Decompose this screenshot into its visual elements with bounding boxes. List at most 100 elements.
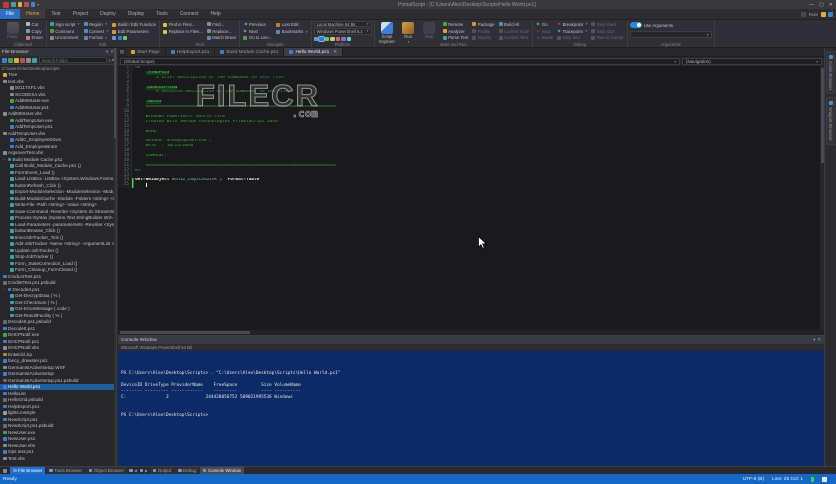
- ribbon-tab[interactable]: Tools: [150, 9, 174, 19]
- ribbon-tab[interactable]: Connect: [174, 9, 205, 19]
- bottom-tab[interactable]: ▶: [139, 467, 149, 474]
- ribbon-button[interactable]: Package: [471, 21, 495, 28]
- ribbon-button[interactable]: Replace in Files...: [162, 28, 204, 35]
- console-output[interactable]: PS C:\Users\Alex\Desktop\Scripts> . "C:\…: [118, 351, 824, 466]
- view-mode-icon[interactable]: [26, 57, 32, 63]
- ribbon-button[interactable]: Step Into: [556, 34, 588, 41]
- ribbon-button[interactable]: Bookmarks ▾: [275, 28, 308, 35]
- platform-badge-icon[interactable]: [318, 35, 325, 42]
- use-arguments-toggle[interactable]: [629, 22, 642, 28]
- close-tab-icon[interactable]: ✕: [333, 49, 337, 55]
- document-tab[interactable]: Build Module Cache.ps1: [215, 48, 285, 56]
- ribbon-button[interactable]: ● Breakpoint ▾: [556, 21, 588, 28]
- edit-extra-icon[interactable]: [112, 36, 117, 41]
- resize-grip[interactable]: [822, 476, 827, 482]
- ribbon-button[interactable]: ▶ Go: [535, 21, 554, 28]
- rule-label[interactable]: Rule: [809, 12, 818, 17]
- ribbon-button[interactable]: ◀ Previous: [242, 21, 273, 28]
- search-icon[interactable]: ⌕: [109, 58, 112, 63]
- platform-badge-icon[interactable]: [335, 36, 341, 41]
- open-icon[interactable]: [11, 2, 16, 7]
- ribbon-button[interactable]: ◆ Tracepoint ▾: [556, 28, 588, 35]
- ribbon-button[interactable]: Convert ▾: [83, 28, 110, 35]
- maximize-button[interactable]: ▢: [819, 2, 824, 8]
- bottom-tab[interactable]: Tools Browser: [46, 467, 85, 474]
- ribbon-tab[interactable]: Deploy: [94, 9, 122, 19]
- edit-extra-icon[interactable]: [117, 36, 122, 41]
- ribbon-tab[interactable]: Test: [45, 9, 66, 19]
- ribbon-button[interactable]: Analyzer: [442, 28, 470, 35]
- console-close-icon[interactable]: ✕: [817, 337, 821, 343]
- platform-badge-icon[interactable]: [346, 36, 352, 41]
- up-folder-icon[interactable]: [13, 57, 19, 63]
- theme-icon[interactable]: [801, 12, 807, 17]
- ribbon-button[interactable]: Erase: [25, 34, 44, 41]
- ribbon-button[interactable]: Find in Files...: [162, 21, 204, 28]
- scope-combo[interactable]: (Global Scope) ▾: [120, 58, 680, 65]
- ribbon-button[interactable]: Comment: [49, 28, 81, 35]
- bottom-tab[interactable]: File Browser: [10, 467, 46, 474]
- platform-badge-icon[interactable]: [324, 36, 330, 41]
- ribbon-button[interactable]: Uncomment: [49, 34, 81, 41]
- ribbon-button[interactable]: Find...: [206, 21, 238, 28]
- save-icon[interactable]: [17, 2, 22, 7]
- bottom-tab[interactable]: Object Browser: [85, 467, 127, 474]
- tree-item[interactable]: Test.vbs: [0, 455, 116, 462]
- ribbon-button[interactable]: Profile: [471, 28, 495, 35]
- ribbon-button[interactable]: Match Brace: [206, 34, 238, 41]
- side-vertical-tab[interactable]: Code Browser: [826, 51, 835, 95]
- tree-item[interactable]: Load-Parameters -parametersets -Rewriter…: [0, 221, 116, 228]
- platform-badge-icon[interactable]: [330, 36, 335, 41]
- app-logo-icon[interactable]: [3, 1, 9, 8]
- tree-item[interactable]: Load-ListBox -ListBox <System.Windows.Fo…: [0, 176, 116, 183]
- bottom-tab[interactable]: ◀: [128, 467, 138, 474]
- navigation-combo[interactable]: (Navigation) ▾: [682, 58, 822, 65]
- ribbon-tab[interactable]: Home: [20, 9, 46, 19]
- sapien-blue-icon[interactable]: [828, 12, 833, 17]
- tree-item[interactable]: Save-Command -Rewriter <System.IO.Stream…: [0, 208, 116, 215]
- search-input[interactable]: [38, 57, 108, 63]
- ribbon-button[interactable]: Format ▾: [83, 34, 110, 41]
- undo-icon[interactable]: [24, 2, 29, 7]
- ribbon-button[interactable]: ▶ Next: [242, 28, 273, 35]
- ribbon-tab[interactable]: Project: [67, 9, 95, 19]
- arguments-combo[interactable]: ▾: [629, 31, 712, 38]
- panel-menu-icon[interactable]: ▾: [106, 49, 108, 55]
- refresh-icon[interactable]: [7, 57, 13, 63]
- ribbon-button[interactable]: Replace...: [206, 28, 238, 35]
- tree-item[interactable]: Export-ModuleSelection -ModuleSelection …: [0, 189, 116, 196]
- ribbon-button[interactable]: Sign script ▾: [49, 21, 81, 28]
- ribbon-button[interactable]: Parse Test: [442, 34, 470, 41]
- console-menu-icon[interactable]: ▾: [813, 337, 815, 343]
- platform-badge-icon[interactable]: [341, 36, 346, 41]
- ribbon-tab[interactable]: File: [0, 9, 21, 19]
- panel-layout-icon[interactable]: [1, 467, 9, 474]
- code-editor[interactable]: 1 <# 2 .SYNOPSIS 3 A brief description o…: [118, 66, 824, 330]
- document-tab[interactable]: Hello World.ps1 ✕: [284, 48, 344, 56]
- ribbon-button[interactable]: Copy: [25, 28, 44, 35]
- filter-icon[interactable]: [32, 57, 38, 63]
- ribbon-button[interactable]: Run to Cursor: [590, 34, 624, 41]
- ribbon-tab[interactable]: Display: [122, 9, 150, 19]
- ribbon-button[interactable]: Step Over: [590, 21, 624, 28]
- bottom-tab[interactable]: Debug: [175, 467, 199, 474]
- new-folder-icon[interactable]: [1, 57, 7, 63]
- new-file-icon[interactable]: ▤: [118, 48, 126, 56]
- edit-extra-icon[interactable]: [123, 36, 128, 41]
- ribbon-button[interactable]: Region ▾: [83, 21, 110, 28]
- bottom-tab[interactable]: Output: [149, 467, 175, 474]
- ribbon-tab[interactable]: Help: [204, 9, 226, 19]
- ribbon-button[interactable]: Build All: [498, 21, 531, 28]
- editor-horizontal-scrollbar[interactable]: [118, 330, 824, 335]
- ribbon-big-button[interactable]: Script Explorer: [377, 21, 398, 43]
- ribbon-button[interactable]: Current Suite: [498, 28, 531, 35]
- document-tab[interactable]: HelpExport.ps1: [165, 48, 216, 56]
- tree-item[interactable]: Process-Syntax (System.Text.StringBuilde…: [0, 215, 116, 222]
- minimize-button[interactable]: —: [809, 2, 814, 8]
- ribbon-button[interactable]: Step Out: [590, 28, 624, 35]
- side-vertical-tab[interactable]: Snippet Browser: [826, 97, 835, 145]
- ribbon-button[interactable]: Cut: [25, 21, 44, 28]
- ribbon-button[interactable]: Remote: [442, 21, 470, 28]
- ribbon-button[interactable]: Build / Edit Function: [111, 21, 157, 28]
- ribbon-button[interactable]: Custom Test: [498, 34, 531, 41]
